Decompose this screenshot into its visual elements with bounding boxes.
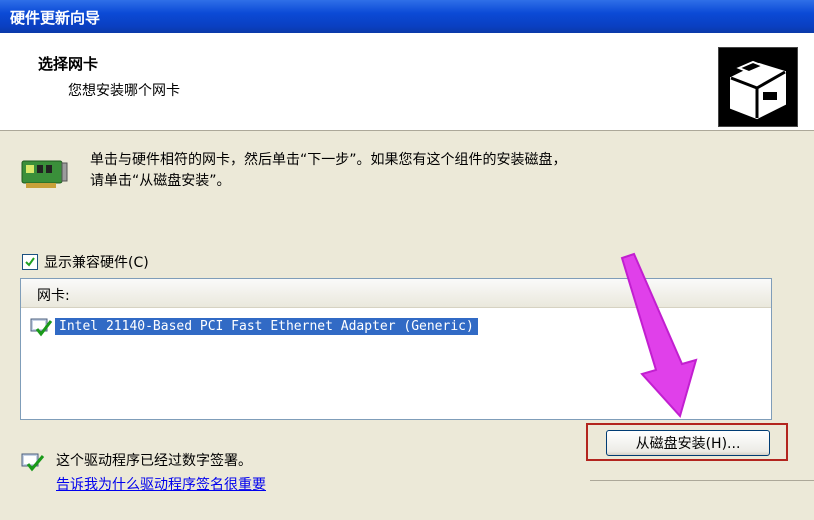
list-column-header-label: 网卡: bbox=[37, 288, 70, 304]
list-item[interactable]: Intel 21140-Based PCI Fast Ethernet Adap… bbox=[29, 315, 478, 337]
have-disk-button[interactable]: 从磁盘安装(H)... bbox=[606, 430, 770, 456]
signed-driver-icon bbox=[29, 315, 53, 337]
divider bbox=[590, 480, 814, 481]
hardware-wizard-icon bbox=[718, 47, 798, 127]
window-title: 硬件更新向导 bbox=[10, 9, 101, 27]
instruction-line-2: 请单击“从磁盘安装”。 bbox=[90, 173, 231, 189]
checkbox-label: 显示兼容硬件(C) bbox=[44, 255, 149, 271]
page-subtitle: 您想安装哪个网卡 bbox=[68, 83, 180, 99]
wizard-header: 选择网卡 您想安装哪个网卡 bbox=[0, 33, 814, 131]
signature-status-text: 这个驱动程序已经过数字签署。 bbox=[56, 453, 252, 469]
checkbox-box[interactable] bbox=[22, 254, 38, 270]
instruction-line-1: 单击与硬件相符的网卡，然后单击“下一步”。如果您有这个组件的安装磁盘， bbox=[90, 152, 567, 168]
list-item-label: Intel 21140-Based PCI Fast Ethernet Adap… bbox=[55, 317, 478, 335]
network-card-icon bbox=[20, 157, 68, 191]
annotation-arrow-icon bbox=[620, 252, 698, 419]
show-compatible-hardware-checkbox[interactable]: 显示兼容硬件(C) bbox=[22, 252, 149, 272]
title-bar[interactable]: 硬件更新向导 bbox=[0, 0, 814, 33]
page-title: 选择网卡 bbox=[38, 55, 99, 73]
instruction-text: 单击与硬件相符的网卡，然后单击“下一步”。如果您有这个组件的安装磁盘， 请单击“… bbox=[90, 150, 770, 192]
signed-driver-icon bbox=[20, 450, 46, 472]
checkmark-icon bbox=[25, 257, 35, 267]
why-signing-important-link[interactable]: 告诉我为什么驱动程序签名很重要 bbox=[56, 474, 266, 494]
